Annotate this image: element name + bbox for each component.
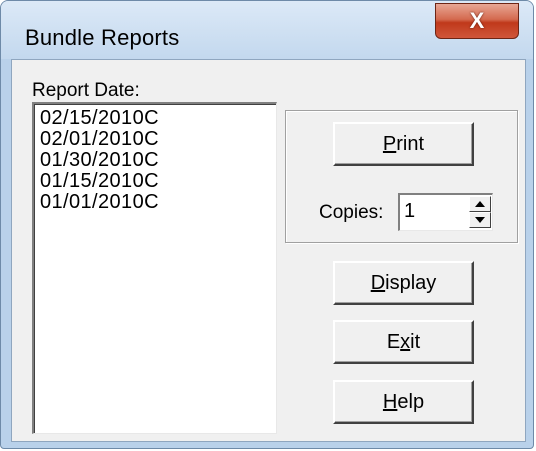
title-bar[interactable]: Bundle Reports X — [1, 1, 533, 59]
display-button[interactable]: Display — [333, 261, 474, 305]
report-date-label: Report Date: — [32, 80, 140, 101]
copies-decrement-button[interactable] — [469, 212, 491, 228]
display-button-mnemonic: D — [370, 271, 386, 294]
copies-stepper[interactable]: 1 — [398, 193, 493, 231]
print-button-label: rint — [396, 132, 425, 155]
arrow-up-icon — [475, 201, 485, 207]
list-item[interactable]: 01/15/2010C — [40, 171, 270, 192]
exit-button-label: it — [410, 330, 421, 353]
copies-increment-button[interactable] — [469, 196, 491, 212]
exit-button-mnemonic: x — [400, 330, 411, 353]
close-button[interactable]: X — [435, 3, 519, 39]
dialog-client-area: Report Date: 02/15/2010C 02/01/2010C 01/… — [11, 59, 526, 442]
close-icon: X — [469, 8, 485, 33]
list-item[interactable]: 01/30/2010C — [40, 150, 270, 171]
exit-button[interactable]: Ex it — [333, 320, 474, 364]
report-date-listbox[interactable]: 02/15/2010C 02/01/2010C 01/30/2010C 01/1… — [32, 102, 277, 434]
window-title: Bundle Reports — [25, 25, 180, 50]
print-button[interactable]: Print — [333, 122, 474, 166]
display-button-label: isplay — [385, 271, 437, 294]
list-item[interactable]: 02/15/2010C — [40, 108, 270, 129]
help-button[interactable]: Help — [333, 380, 474, 424]
exit-button-prefix: E — [386, 330, 401, 353]
help-button-label: elp — [397, 390, 425, 413]
copies-value[interactable]: 1 — [404, 200, 415, 223]
print-button-mnemonic: P — [382, 132, 397, 155]
list-item[interactable]: 01/01/2010C — [40, 192, 270, 213]
bundle-reports-dialog: Bundle Reports X Report Date: 02/15/2010… — [0, 0, 534, 449]
list-item[interactable]: 02/01/2010C — [40, 129, 270, 150]
copies-spin-buttons — [469, 196, 491, 228]
copies-label: Copies: — [319, 202, 384, 223]
arrow-down-icon — [475, 217, 485, 223]
help-button-mnemonic: H — [382, 390, 398, 413]
